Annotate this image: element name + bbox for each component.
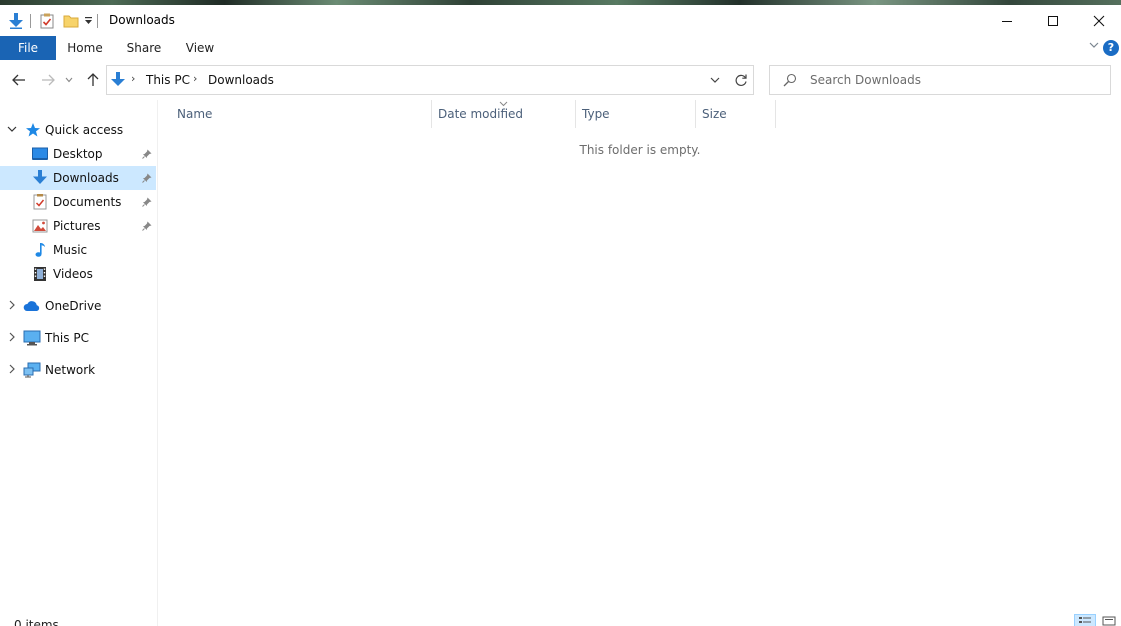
nav-item-network[interactable]: Network — [0, 358, 156, 382]
empty-folder-message: This folder is empty. — [579, 143, 701, 157]
refresh-button[interactable] — [731, 70, 751, 90]
maximize-button[interactable] — [1030, 5, 1076, 36]
minimize-icon — [1002, 20, 1012, 22]
videos-icon — [31, 265, 49, 283]
nav-item-music[interactable]: Music — [0, 238, 156, 262]
column-header-name[interactable]: Name — [171, 100, 432, 128]
nav-item-downloads[interactable]: Downloads — [0, 166, 156, 190]
address-history-chevron-down-icon[interactable] — [707, 72, 723, 88]
search-input[interactable] — [810, 72, 1100, 88]
address-bar[interactable]: › This PC › Downloads — [106, 65, 754, 95]
forward-button[interactable] — [38, 70, 58, 90]
downloads-location-icon — [111, 72, 125, 91]
window-title: Downloads — [109, 13, 175, 27]
pin-icon[interactable] — [140, 195, 154, 209]
quick-access-toolbar — [0, 5, 104, 36]
nav-label: Videos — [53, 267, 93, 281]
tab-view[interactable]: View — [180, 36, 220, 60]
collapsed-chevron-icon[interactable] — [6, 331, 18, 343]
nav-item-documents[interactable]: Documents — [0, 190, 156, 214]
back-button[interactable] — [9, 70, 29, 90]
nav-label-network: Network — [45, 363, 96, 377]
help-button[interactable]: ? — [1103, 40, 1119, 56]
column-header-type[interactable]: Type — [576, 100, 696, 128]
details-view-button[interactable] — [1074, 614, 1096, 626]
pin-icon[interactable] — [140, 219, 154, 233]
recent-locations-button[interactable] — [62, 70, 76, 90]
back-arrow-icon — [12, 74, 25, 86]
tab-file[interactable]: File — [0, 36, 56, 60]
nav-item-videos[interactable]: Videos — [0, 262, 156, 286]
expanded-chevron-icon[interactable] — [6, 123, 18, 135]
nav-label: Music — [53, 243, 88, 257]
music-icon — [31, 241, 49, 259]
sort-chevron-icon — [499, 100, 508, 109]
tab-home[interactable]: Home — [62, 36, 108, 60]
file-list-pane[interactable]: Name Date modified Type Size This folder… — [159, 100, 1121, 610]
new-folder-icon[interactable] — [61, 11, 81, 31]
nav-label: Pictures — [53, 219, 101, 233]
up-arrow-icon — [87, 73, 99, 86]
breadcrumb-chevron-icon[interactable]: › — [193, 72, 197, 85]
column-header-size[interactable]: Size — [696, 100, 776, 128]
close-icon — [1093, 15, 1105, 26]
collapsed-chevron-icon[interactable] — [6, 363, 18, 375]
close-button[interactable] — [1076, 5, 1121, 36]
breadcrumb-this-pc[interactable]: This PC — [146, 73, 190, 87]
refresh-icon — [735, 74, 747, 86]
pin-icon[interactable] — [140, 171, 154, 185]
title-bar: Downloads — [0, 5, 1121, 36]
documents-icon — [31, 193, 49, 211]
onedrive-cloud-icon — [23, 297, 41, 315]
star-icon — [24, 121, 42, 139]
details-view-icon — [1079, 617, 1091, 623]
search-icon — [783, 73, 797, 90]
status-bar: 0 items — [0, 610, 1121, 626]
breadcrumb-downloads[interactable]: Downloads — [208, 73, 274, 87]
tab-share[interactable]: Share — [122, 36, 166, 60]
minimize-button[interactable] — [984, 5, 1030, 36]
ribbon-tabs: File Home Share View ? — [0, 36, 1121, 60]
properties-icon[interactable] — [37, 11, 57, 31]
maximize-icon — [1048, 15, 1058, 26]
desktop-icon — [31, 145, 49, 163]
nav-label-this-pc: This PC — [45, 331, 89, 345]
qat-separator — [30, 13, 31, 28]
network-icon — [23, 361, 41, 379]
nav-label-onedrive: OneDrive — [45, 299, 102, 313]
nav-item-desktop[interactable]: Desktop — [0, 142, 156, 166]
expand-ribbon-chevron-icon[interactable] — [1089, 40, 1099, 53]
nav-label-quick-access: Quick access — [45, 123, 124, 137]
customize-qat-icon[interactable] — [81, 11, 95, 31]
nav-label: Downloads — [53, 171, 119, 185]
nav-item-onedrive[interactable]: OneDrive — [0, 294, 156, 318]
large-icons-view-button[interactable] — [1098, 614, 1120, 626]
forward-arrow-icon — [42, 74, 55, 86]
nav-item-this-pc[interactable]: This PC — [0, 326, 156, 350]
nav-label: Desktop — [53, 147, 103, 161]
nav-item-pictures[interactable]: Pictures — [0, 214, 156, 238]
downloads-icon — [31, 169, 49, 187]
navigation-bar: › This PC › Downloads — [0, 60, 1121, 100]
download-arrow-icon — [6, 11, 26, 31]
pin-icon[interactable] — [140, 147, 154, 161]
nav-item-quick-access[interactable]: Quick access — [0, 118, 156, 142]
computer-icon — [23, 329, 41, 347]
pictures-icon — [31, 217, 49, 235]
breadcrumb-chevron-icon[interactable]: › — [131, 72, 135, 85]
navigation-pane: Quick access Desktop Downloads Documents — [0, 100, 158, 626]
search-box[interactable] — [769, 65, 1111, 95]
up-button[interactable] — [83, 70, 103, 90]
large-icons-view-icon — [1102, 616, 1116, 626]
collapsed-chevron-icon[interactable] — [6, 299, 18, 311]
item-count: 0 items — [14, 618, 59, 626]
chevron-down-icon — [65, 77, 73, 83]
nav-label: Documents — [53, 195, 122, 209]
qat-separator — [97, 13, 98, 28]
